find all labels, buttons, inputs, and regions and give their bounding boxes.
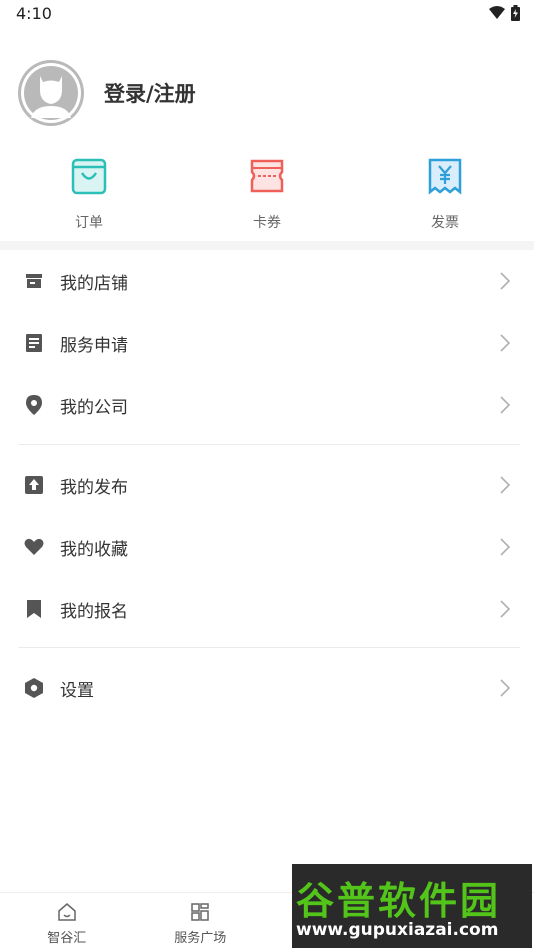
watermark-logo: 谷普软件园 www.gupuxiazai.com <box>292 864 532 948</box>
chevron-right-icon <box>500 334 511 352</box>
chevron-right-icon <box>500 272 511 290</box>
quick-action-label: 订单 <box>75 215 103 231</box>
watermark-url: www.gupuxiazai.com <box>296 920 499 940</box>
quick-action-label: 发票 <box>431 215 459 231</box>
chevron-right-icon <box>500 396 511 414</box>
divider <box>18 444 520 445</box>
menu-item-label: 我的收藏 <box>60 539 128 560</box>
status-icons <box>489 5 520 21</box>
section-separator <box>0 241 534 250</box>
settings-icon <box>24 678 44 698</box>
divider <box>18 647 520 648</box>
location-pin-icon <box>24 395 44 415</box>
status-time: 4:10 <box>16 4 52 23</box>
menu-item-my-favorites[interactable]: 我的收藏 <box>0 516 534 578</box>
upload-icon <box>24 475 44 495</box>
document-icon <box>24 333 44 353</box>
wifi-icon <box>489 6 505 19</box>
menu-item-label: 我的报名 <box>60 601 128 622</box>
heart-icon <box>24 537 44 557</box>
grid-icon <box>191 903 209 921</box>
menu-item-label: 我的店铺 <box>60 273 128 294</box>
quick-action-coupons[interactable]: 卡券 <box>178 150 356 240</box>
tab-label: 智谷汇 <box>47 931 87 946</box>
quick-actions: 订单 卡券 发票 <box>0 150 534 240</box>
profile-header[interactable]: 登录/注册 <box>18 60 196 126</box>
bookmark-icon <box>24 599 44 619</box>
quick-action-orders[interactable]: 订单 <box>0 150 178 240</box>
menu-item-my-posts[interactable]: 我的发布 <box>0 454 534 516</box>
menu-item-my-company[interactable]: 我的公司 <box>0 374 534 436</box>
shopping-bag-icon <box>71 158 107 195</box>
chevron-right-icon <box>500 538 511 556</box>
coupon-icon <box>250 159 284 193</box>
menu-item-my-registrations[interactable]: 我的报名 <box>0 578 534 640</box>
chevron-right-icon <box>500 600 511 618</box>
quick-action-invoice[interactable]: 发票 <box>356 150 534 240</box>
tab-service-square[interactable]: 服务广场 <box>134 893 268 950</box>
avatar-placeholder-icon <box>21 63 81 123</box>
menu-item-my-store[interactable]: 我的店铺 <box>0 250 534 312</box>
chevron-right-icon <box>500 679 511 697</box>
battery-icon <box>511 5 520 21</box>
store-icon <box>24 271 44 291</box>
tab-home[interactable]: 智谷汇 <box>0 893 134 950</box>
avatar[interactable] <box>18 60 84 126</box>
status-bar: 4:10 <box>0 0 534 28</box>
chevron-right-icon <box>500 476 511 494</box>
tab-label: 服务广场 <box>174 931 227 946</box>
menu-item-service-apply[interactable]: 服务申请 <box>0 312 534 374</box>
invoice-icon <box>428 158 462 195</box>
menu-item-settings[interactable]: 设置 <box>0 657 534 719</box>
login-register-link[interactable]: 登录/注册 <box>104 78 196 108</box>
watermark-title: 谷普软件园 <box>296 879 502 923</box>
quick-action-label: 卡券 <box>253 215 281 231</box>
menu-item-label: 我的公司 <box>60 397 128 418</box>
menu-item-label: 服务申请 <box>60 335 128 356</box>
menu-item-label: 我的发布 <box>60 477 128 498</box>
home-icon <box>58 903 76 921</box>
menu-item-label: 设置 <box>60 680 94 701</box>
